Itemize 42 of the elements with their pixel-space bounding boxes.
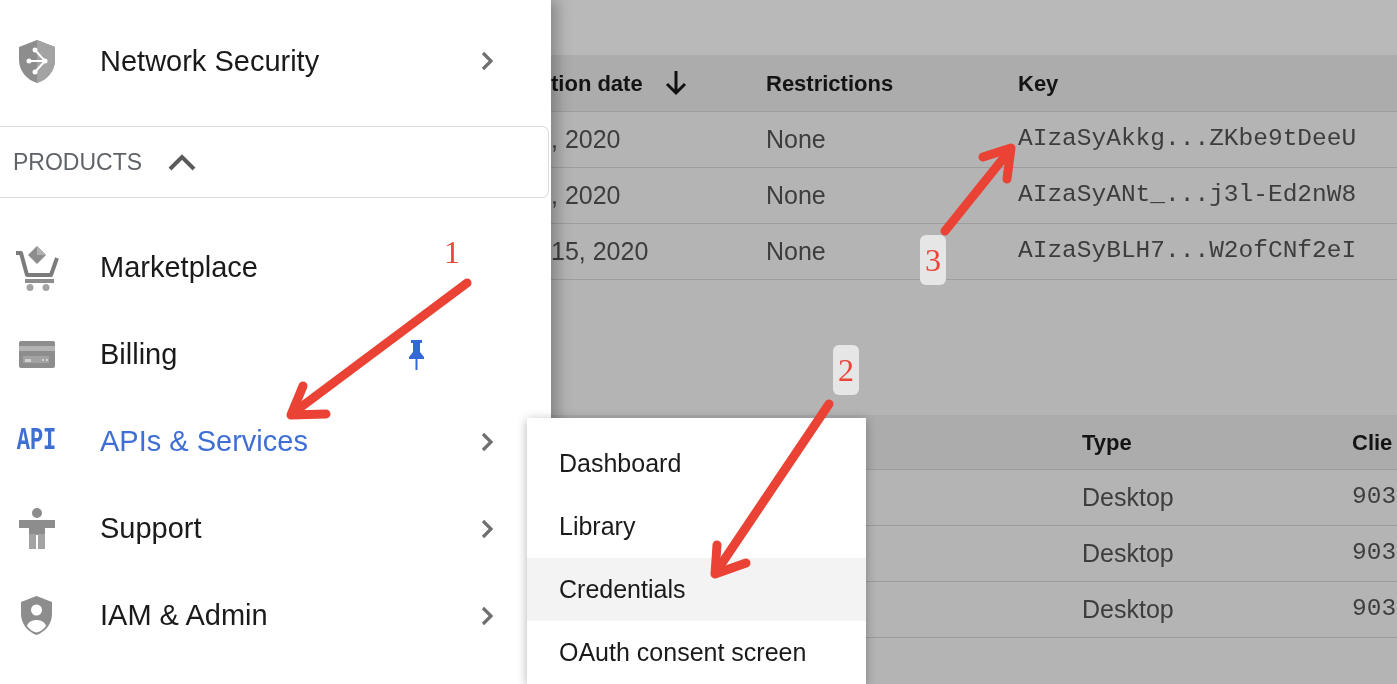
menu-item[interactable]: OAuth consent screen [527,621,866,684]
menu-item[interactable]: Library [527,495,866,558]
table-cell-text: Desktop [1082,593,1174,625]
nav-link[interactable]: Billing [100,340,178,369]
nav-link[interactable]: Network Security [100,46,320,76]
column-header[interactable]: tion date [551,66,643,100]
table-cell-text: 903 [1352,538,1397,569]
api-text-icon: API [16,425,57,458]
table-cell-text: AIzaSyAkkg...ZKbe9tDeeU [1018,124,1357,155]
arrow-down-icon[interactable] [663,70,688,96]
table-cell-text: None [766,179,826,211]
table-cell-text: 903 [1352,594,1397,625]
column-header[interactable]: Restrictions [766,66,894,100]
table-cell-text: None [766,123,826,155]
table-cell-text: None [766,235,826,267]
annotation-label: 3 [920,235,946,285]
table-cell-text: 15, 2020 [551,235,649,267]
credit-card-icon [18,341,55,368]
table-cell-text: AIzaSyBLH7...W2ofCNf2eI [1018,236,1357,267]
table-cell-text: 903 [1352,482,1397,513]
person-icon [18,508,55,549]
cart-icon [14,244,59,291]
annotation-label: 2 [833,345,859,395]
table-cell-text: AIzaSyANt_...j3l-Ed2nW8 [1018,180,1357,211]
column-header[interactable]: Type [1082,425,1132,459]
section-toggle[interactable]: PRODUCTS [0,126,549,198]
shield-network-icon [18,39,55,83]
table-cell-text: , 2020 [551,123,621,155]
pin-icon[interactable] [409,339,424,370]
annotation-label: 1 [444,236,460,268]
shield-person-icon [21,596,52,635]
menu-item[interactable]: Credentials [527,558,866,621]
nav-link[interactable]: Support [100,514,202,543]
column-header[interactable]: Key [1018,66,1059,100]
nav-link[interactable]: IAM & Admin [100,601,268,630]
nav-link[interactable]: Marketplace [100,253,258,282]
table-cell-text: Desktop [1082,481,1174,513]
table-cell-text: Desktop [1082,537,1174,569]
nav-link[interactable]: APIs & Services [100,427,308,456]
table-cell-text: , 2020 [551,179,621,211]
column-header[interactable]: Clie [1352,425,1393,459]
menu-item[interactable]: Dashboard [527,432,866,495]
